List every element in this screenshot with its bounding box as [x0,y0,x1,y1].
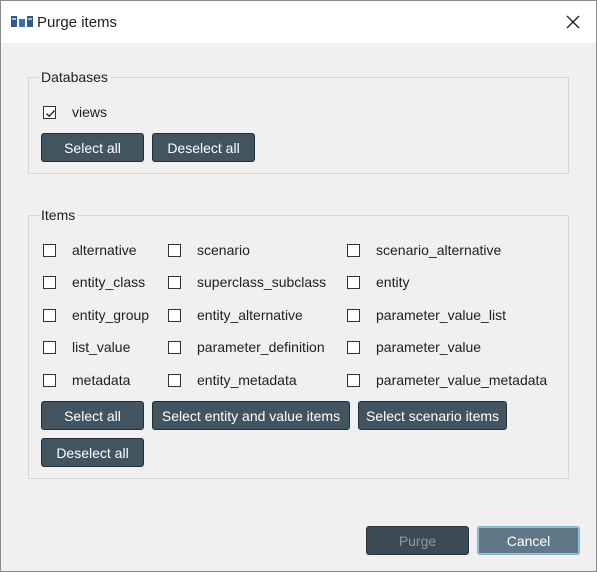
checkbox-label: scenario [197,242,250,258]
checkbox-views[interactable] [43,105,56,119]
items-select-all-button[interactable]: Select all [41,401,144,430]
item-checkbox-entity-class[interactable]: entity_class [43,272,145,292]
cancel-button[interactable]: Cancel [477,526,580,555]
checkbox[interactable] [347,373,360,387]
checkbox[interactable] [347,308,360,322]
item-checkbox-entity-metadata[interactable]: entity_metadata [168,370,297,390]
checkbox-label: views [72,104,108,120]
checkbox[interactable] [43,308,56,322]
checkbox-label: metadata [72,372,131,388]
close-button[interactable] [550,1,596,43]
checkbox-label: parameter_value_metadata [376,372,548,388]
checkbox-label: alternative [72,242,137,258]
checkbox-label: list_value [72,339,131,355]
checkbox[interactable] [347,243,360,257]
checkbox-label: scenario_alternative [376,242,502,258]
checkmark-icon [46,109,55,117]
item-checkbox-scenario[interactable]: scenario [168,240,250,260]
title-bar[interactable]: Purge items [1,1,596,43]
database-icon [11,15,33,28]
item-checkbox-metadata[interactable]: metadata [43,370,130,390]
checkbox[interactable] [347,340,360,354]
checkbox[interactable] [43,373,56,387]
items-deselect-all-button[interactable]: Deselect all [41,438,144,467]
checkbox[interactable] [43,243,56,257]
checkbox[interactable] [168,275,181,289]
item-checkbox-list-value[interactable]: list_value [43,337,130,357]
checkbox-label: entity_group [72,307,150,323]
window-title: Purge items [37,14,118,31]
close-icon [566,15,580,29]
checkbox-label: entity_metadata [197,372,297,388]
checkbox[interactable] [43,340,56,354]
checkbox-label: entity_alternative [197,307,303,323]
databases-legend: Databases [39,69,110,85]
databases-select-all-button[interactable]: Select all [41,133,144,162]
item-checkbox-parameter-value-metadata[interactable]: parameter_value_metadata [347,370,547,390]
item-checkbox-superclass-subclass[interactable]: superclass_subclass [168,272,326,292]
checkbox[interactable] [43,275,56,289]
item-checkbox-parameter-value[interactable]: parameter_value [347,337,481,357]
item-checkbox-entity-alternative[interactable]: entity_alternative [168,305,303,325]
item-checkbox-scenario-alternative[interactable]: scenario_alternative [347,240,501,260]
checkbox-label: entity [376,274,410,290]
item-checkbox-entity[interactable]: entity [347,272,409,292]
checkbox-label: parameter_value_list [376,307,506,323]
checkbox[interactable] [347,275,360,289]
items-legend: Items [39,207,78,223]
item-checkbox-alternative[interactable]: alternative [43,240,137,260]
checkbox-label: superclass_subclass [197,274,327,290]
checkbox[interactable] [168,340,181,354]
checkbox-label: parameter_definition [197,339,325,355]
select-scenario-items-button[interactable]: Select scenario items [358,401,507,430]
databases-deselect-all-button[interactable]: Deselect all [152,133,255,162]
item-checkbox-parameter-value-list[interactable]: parameter_value_list [347,305,506,325]
database-checkbox-views[interactable]: views [43,102,107,122]
checkbox-label: parameter_value [376,339,482,355]
purge-items-dialog: Purge items Databases views Select all D… [0,0,597,572]
item-checkbox-entity-group[interactable]: entity_group [43,305,149,325]
item-checkbox-parameter-definition[interactable]: parameter_definition [168,337,325,357]
checkbox-label: entity_class [72,274,146,290]
purge-button[interactable]: Purge [366,526,469,555]
checkbox[interactable] [168,243,181,257]
checkbox[interactable] [168,373,181,387]
checkbox[interactable] [168,308,181,322]
select-entity-value-items-button[interactable]: Select entity and value items [152,401,350,430]
